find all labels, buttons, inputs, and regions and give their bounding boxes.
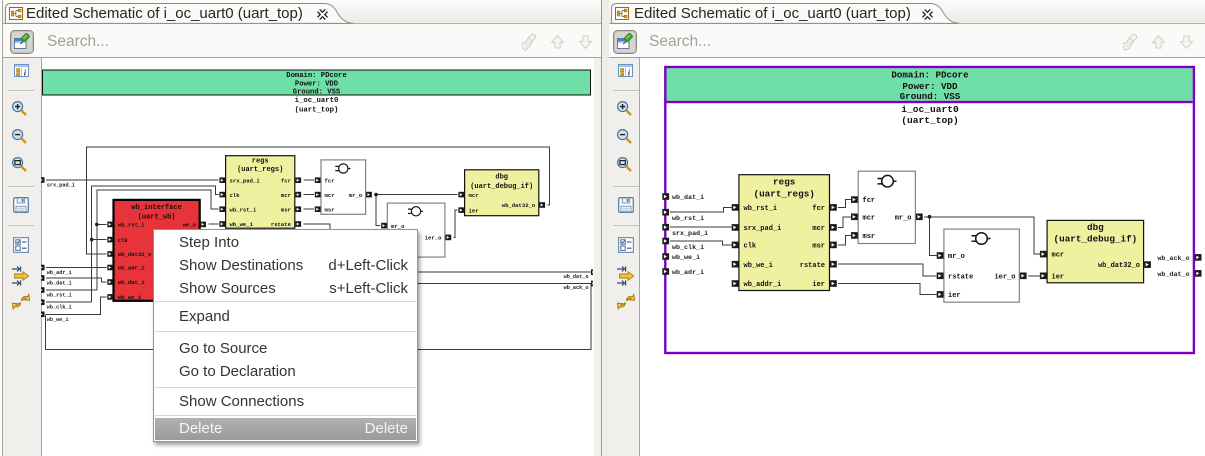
svg-text:(uart_regs): (uart_regs)	[237, 166, 283, 174]
svg-text:(uart_debug_if): (uart_debug_if)	[470, 183, 533, 191]
svg-text:wb_dat_i: wb_dat_i	[47, 281, 72, 287]
svg-text:ier: ier	[469, 207, 479, 214]
svg-text:mcr: mcr	[863, 214, 876, 222]
svg-text:fcr: fcr	[281, 177, 291, 184]
svg-text:wb_rst_i: wb_rst_i	[230, 206, 257, 213]
svg-text:wb_ack_o: wb_ack_o	[564, 285, 589, 291]
svg-text:wb_rst_i: wb_rst_i	[118, 222, 145, 229]
svg-text:wb_we_i: wb_we_i	[230, 221, 254, 228]
svg-text:wb_we_i: wb_we_i	[118, 294, 142, 301]
svg-text:wb_clk_i: wb_clk_i	[672, 244, 704, 252]
svg-text:msr: msr	[281, 206, 291, 213]
svg-text:ier_o: ier_o	[994, 273, 1015, 281]
svg-text:wb_we_i: wb_we_i	[744, 262, 773, 270]
svg-text:clk: clk	[230, 192, 241, 199]
svg-text:(uart_regs): (uart_regs)	[754, 189, 815, 200]
svg-text:clk: clk	[744, 243, 757, 251]
svg-text:wb_rst_i: wb_rst_i	[672, 215, 704, 223]
svg-text:ier: ier	[948, 292, 961, 300]
svg-text:srx_pad_i: srx_pad_i	[744, 225, 782, 233]
svg-text:(uart_wb): (uart_wb)	[138, 213, 176, 221]
svg-text:rstate: rstate	[271, 221, 292, 228]
svg-text:fcr: fcr	[863, 197, 876, 205]
svg-text:Domain: PDcore: Domain: PDcore	[891, 70, 969, 81]
svg-text:Power: VDD: Power: VDD	[295, 80, 339, 88]
svg-text:dbg: dbg	[1087, 222, 1104, 233]
svg-text:i_oc_uart0: i_oc_uart0	[295, 97, 339, 105]
svg-text:msr: msr	[863, 233, 876, 241]
svg-text:srx_pad_i: srx_pad_i	[672, 230, 708, 238]
svg-text:mcr: mcr	[1052, 252, 1065, 260]
svg-text:wb_adr_i: wb_adr_i	[672, 269, 704, 277]
svg-text:(uart_debug_if): (uart_debug_if)	[1054, 234, 1138, 245]
svg-text:mcr: mcr	[281, 192, 291, 199]
svg-text:ier: ier	[1052, 273, 1065, 281]
svg-text:srx_pad_i: srx_pad_i	[47, 183, 75, 189]
svg-text:msr: msr	[325, 206, 335, 213]
svg-text:wb_dat_o: wb_dat_o	[564, 274, 589, 280]
svg-text:wb_adr_i: wb_adr_i	[118, 265, 145, 272]
svg-text:mcr: mcr	[325, 192, 335, 199]
svg-text:mr_o: mr_o	[895, 214, 912, 222]
svg-text:wb_dat32_o: wb_dat32_o	[1098, 262, 1140, 270]
svg-text:wb_adr_i: wb_adr_i	[47, 270, 72, 276]
svg-text:wb_rst_i: wb_rst_i	[47, 293, 72, 299]
svg-text:ier_o: ier_o	[425, 235, 442, 242]
svg-text:wb_clk_i: wb_clk_i	[47, 305, 72, 311]
svg-text:(uart_top): (uart_top)	[295, 106, 339, 114]
svg-text:wb_addr_i: wb_addr_i	[744, 281, 782, 289]
svg-text:wb_ack_o: wb_ack_o	[1157, 255, 1189, 263]
svg-text:wb_dat32_o: wb_dat32_o	[118, 251, 152, 258]
svg-text:fcr: fcr	[812, 205, 825, 213]
svg-text:wb_we_i: wb_we_i	[672, 254, 700, 262]
svg-text:wb_we_i: wb_we_i	[47, 317, 69, 323]
svg-text:wb_dat_i: wb_dat_i	[118, 279, 145, 286]
svg-text:mcr: mcr	[469, 192, 479, 199]
svg-text:i_oc_uart0: i_oc_uart0	[901, 104, 959, 115]
svg-text:srx_pad_i: srx_pad_i	[230, 177, 261, 184]
svg-text:fcr: fcr	[325, 177, 335, 184]
svg-text:dbg: dbg	[495, 174, 508, 182]
svg-text:clk: clk	[118, 237, 129, 244]
svg-text:rstate: rstate	[800, 262, 825, 270]
svg-text:regs: regs	[773, 177, 796, 188]
svg-text:Ground: VSS: Ground: VSS	[293, 88, 341, 96]
svg-text:wb_dat_o: wb_dat_o	[1157, 271, 1189, 279]
svg-text:mcr: mcr	[812, 225, 825, 233]
svg-text:wb_interface: wb_interface	[131, 204, 181, 212]
svg-text:regs: regs	[252, 157, 269, 165]
svg-text:wb_dat_i: wb_dat_i	[672, 194, 704, 202]
svg-text:mr_o: mr_o	[349, 192, 363, 199]
svg-text:mr_o: mr_o	[948, 253, 965, 261]
svg-text:Ground: VSS: Ground: VSS	[900, 91, 961, 102]
svg-text:wb_rst_i: wb_rst_i	[744, 205, 778, 213]
svg-text:msr: msr	[812, 243, 825, 251]
svg-text:ier: ier	[812, 281, 825, 289]
svg-text:(uart_top): (uart_top)	[901, 115, 959, 126]
svg-text:Domain: PDcore: Domain: PDcore	[286, 72, 346, 80]
svg-text:rstate: rstate	[948, 273, 973, 281]
svg-text:wb_dat32_o: wb_dat32_o	[502, 202, 536, 209]
svg-text:we_o: we_o	[183, 222, 197, 229]
